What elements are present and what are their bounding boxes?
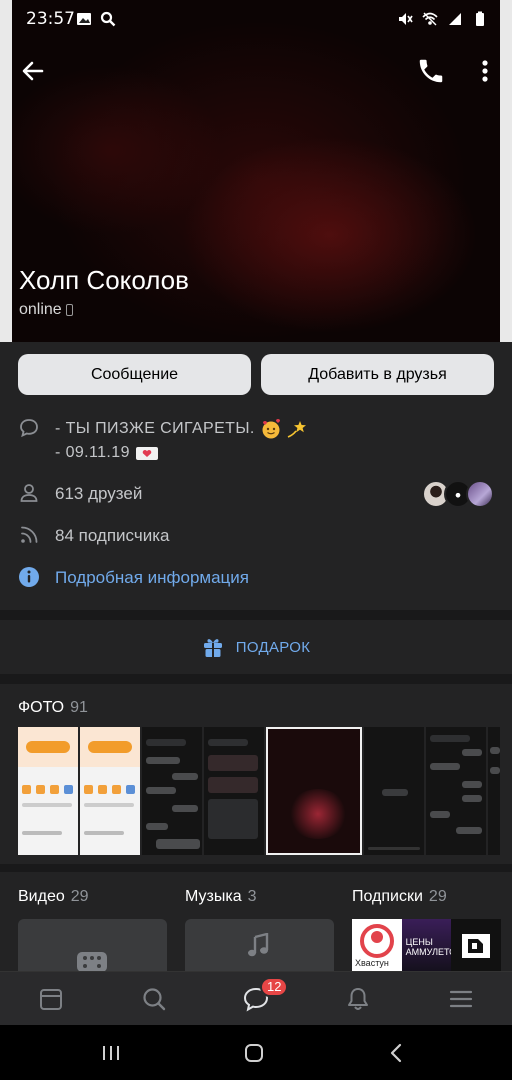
back-icon[interactable]	[18, 56, 48, 86]
video-header[interactable]: Видео 29	[18, 888, 89, 906]
heart-letter-emoji-icon	[135, 446, 158, 460]
photo-thumbnail-selected[interactable]	[266, 727, 362, 855]
wifi-icon	[422, 12, 438, 26]
profile-info-card: Сообщение Добавить в друзья - ТЫ ПИЗЖЕ С…	[0, 342, 512, 610]
video-icon	[77, 952, 107, 972]
messages-badge: 12	[259, 976, 289, 997]
photo-thumbnail[interactable]	[80, 727, 140, 855]
bottom-navigation: 12	[0, 971, 512, 1025]
message-button[interactable]: Сообщение	[18, 354, 251, 395]
music-header[interactable]: Музыка 3	[185, 888, 257, 906]
notifications-icon[interactable]	[344, 985, 372, 1013]
photo-thumbnail[interactable]	[18, 727, 78, 855]
info-icon	[19, 567, 39, 587]
subscription-tile[interactable]: Хвастун	[352, 919, 402, 972]
mobile-device-icon	[65, 304, 73, 316]
subscription-logo-icon	[360, 924, 394, 958]
friends-avatars[interactable]	[422, 480, 494, 508]
system-back-icon[interactable]	[386, 1043, 408, 1063]
battery-icon	[476, 11, 484, 26]
status-quote-line2: - 09.11.19	[55, 444, 130, 461]
search-icon	[100, 11, 116, 27]
speech-bubble-icon	[20, 419, 38, 438]
image-icon	[77, 13, 91, 25]
home-icon[interactable]	[243, 1043, 265, 1063]
subscription-label: Хвастун	[355, 958, 389, 968]
signal-icon	[449, 13, 461, 25]
friends-row[interactable]: 613 друзей	[18, 482, 142, 506]
messages-tab[interactable]: 12	[242, 976, 289, 1013]
system-navigation-bar	[0, 1025, 512, 1080]
status-time: 23:57	[26, 9, 75, 29]
photo-thumbnail[interactable]	[488, 727, 500, 855]
mute-icon	[399, 13, 413, 25]
followers-count: 84 подписчика	[55, 526, 170, 545]
photo-thumbnail[interactable]	[364, 727, 424, 855]
photos-count: 91	[70, 699, 88, 716]
subscription-label: ЦЕНЫ АММУЛЕТОВ	[405, 937, 452, 957]
person-icon	[20, 484, 38, 502]
phone-call-icon[interactable]	[416, 56, 446, 86]
video-tile[interactable]	[18, 919, 167, 979]
gift-button[interactable]: ПОДАРОК	[0, 620, 512, 674]
menu-icon[interactable]	[447, 985, 475, 1013]
rss-feed-icon	[21, 526, 38, 543]
subscription-tile[interactable]: ЦЕНЫ АММУЛЕТОВ	[401, 919, 452, 972]
subscriptions-tiles: Хвастун ЦЕНЫ АММУЛЕТОВ	[352, 919, 502, 972]
photos-header[interactable]: ФОТО 91	[18, 699, 88, 717]
status-quote-row: - ТЫ ПИЗЖЕ СИГАРЕТЫ. - 09.11.19	[18, 417, 308, 465]
search-icon[interactable]	[140, 985, 168, 1013]
music-count: 3	[247, 888, 257, 905]
gift-icon	[203, 639, 222, 657]
photo-thumbnail[interactable]	[204, 727, 264, 855]
friends-count: 613 друзей	[55, 484, 143, 503]
music-note-icon	[248, 933, 269, 957]
online-status-label: online	[19, 301, 62, 318]
more-options-icon[interactable]	[472, 56, 498, 86]
status-bar: 23:57	[0, 0, 512, 38]
video-count: 29	[70, 888, 89, 905]
photo-thumbnail[interactable]	[426, 727, 486, 855]
status-quote-line1: - ТЫ ПИЗЖЕ СИГАРЕТЫ.	[55, 420, 255, 437]
dizzy-star-emoji-icon	[288, 420, 307, 438]
recent-apps-icon[interactable]	[100, 1043, 122, 1063]
subscription-tile[interactable]	[451, 919, 502, 972]
subscriptions-title: Подписки	[352, 888, 423, 905]
gift-label: ПОДАРОК	[235, 638, 311, 656]
music-title: Музыка	[185, 888, 242, 905]
profile-cover: 23:57 Холп Соколов online	[0, 0, 512, 342]
online-status: online	[19, 301, 73, 319]
details-row[interactable]: Подробная информация	[18, 566, 249, 590]
smiling-hearts-emoji-icon	[262, 418, 280, 439]
profile-name: Холп Соколов	[19, 265, 189, 295]
photo-strip	[18, 727, 500, 855]
photos-section: ФОТО 91	[0, 684, 512, 864]
subscriptions-header[interactable]: Подписки 29	[352, 888, 447, 906]
photo-thumbnail[interactable]	[142, 727, 202, 855]
video-title: Видео	[18, 888, 65, 905]
subscription-logo-icon	[462, 934, 491, 958]
news-icon[interactable]	[37, 985, 65, 1013]
subscriptions-count: 29	[428, 888, 447, 905]
avatar	[466, 480, 494, 508]
add-friend-button[interactable]: Добавить в друзья	[261, 354, 494, 395]
photos-title: ФОТО	[18, 699, 65, 716]
details-link[interactable]: Подробная информация	[55, 566, 249, 590]
music-tile[interactable]	[185, 919, 334, 979]
followers-row[interactable]: 84 подписчика	[18, 524, 169, 548]
media-sections: Видео 29 Музыка 3 Подписки 29 Хвастун ЦЕ…	[0, 872, 512, 979]
